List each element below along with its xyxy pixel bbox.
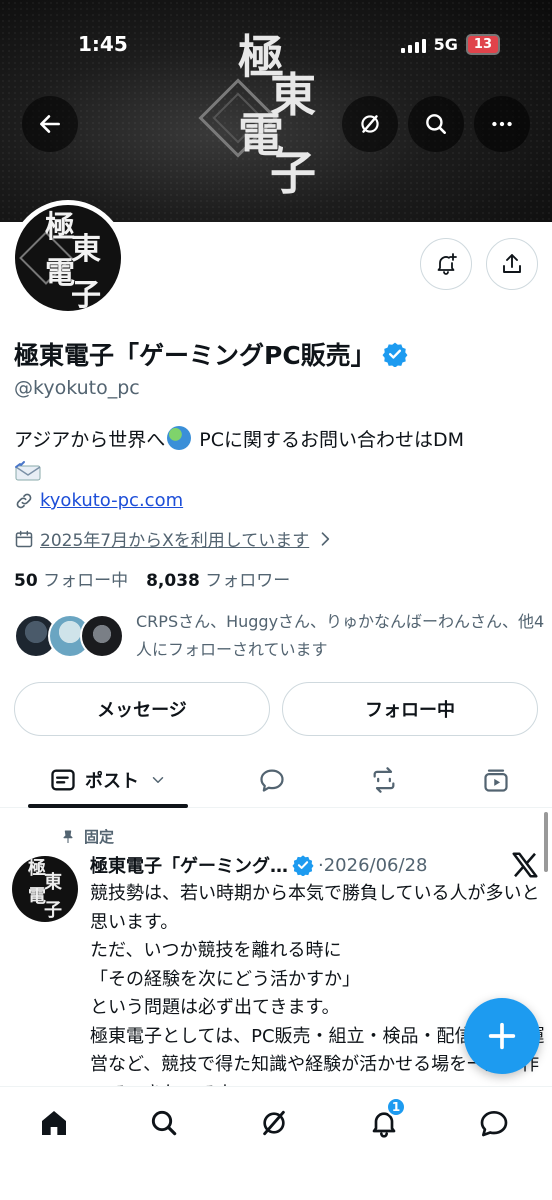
nav-notifications[interactable]: 1 [364, 1097, 406, 1143]
followed-by-text: CRPSさん、Huggyさん、りゅかなんばーわんさん、他4人にフォローされていま… [136, 612, 545, 659]
search-icon [426, 114, 446, 134]
chevron-right-icon [321, 531, 330, 546]
pinned-label: 固定 [84, 828, 115, 846]
globe-emoji-icon [167, 426, 192, 450]
following-label: フォロー中 [43, 571, 129, 591]
profile-avatar[interactable]: 極 東 電 子 [10, 200, 126, 316]
grok-button[interactable] [342, 96, 398, 152]
post-author-avatar[interactable]: 極 東 電 子 [12, 856, 78, 922]
status-time: 1:45 [78, 32, 128, 56]
followed-by[interactable]: CRPSさん、Huggyさん、りゅかなんばーわんさん、他4人にフォローされていま… [14, 608, 546, 664]
tab-posts[interactable]: ポスト [28, 752, 188, 808]
avatar-logo-char: 子 [44, 900, 62, 921]
messages-icon [480, 1111, 508, 1137]
avatar-logo-char: 子 [71, 278, 101, 313]
more-icon [492, 121, 512, 127]
incoming-envelope-emoji-icon [15, 461, 41, 481]
avatar-logo-char: 東 [44, 872, 62, 893]
bell-plus-icon [437, 253, 457, 275]
follower-avatar [80, 614, 124, 658]
scrollbar[interactable] [544, 812, 548, 872]
verified-badge-icon [292, 855, 314, 876]
verified-badge-icon[interactable] [382, 341, 408, 367]
chevron-down-icon [152, 777, 164, 783]
share-button[interactable] [486, 238, 538, 290]
tab-media[interactable] [468, 752, 524, 808]
search-button[interactable] [408, 96, 464, 152]
nav-search[interactable] [144, 1103, 184, 1143]
profile-tabs: ポスト [0, 752, 552, 808]
banner-logo: 極 東 電 子 [198, 28, 322, 200]
x-logo-icon [512, 852, 538, 878]
reply-icon [260, 769, 284, 792]
notification-badge: 1 [386, 1097, 406, 1117]
profile-joined[interactable]: 2025年7月からXを利用しています [14, 526, 335, 551]
compose-post-button[interactable] [464, 998, 540, 1074]
status-indicators: 5G 13 [400, 34, 500, 55]
banner-logo-char: 子 [270, 146, 316, 200]
pinned-indicator: 固定 [60, 826, 114, 847]
followed-by-avatars [14, 614, 126, 664]
nav-grok[interactable] [254, 1103, 294, 1143]
nav-messages[interactable] [474, 1103, 514, 1143]
website-link[interactable]: kyokuto-pc.com [40, 490, 183, 511]
tab-reposts[interactable] [356, 752, 412, 808]
followers-count: 8,038 [146, 571, 200, 591]
more-button[interactable] [474, 96, 530, 152]
repost-icon [373, 767, 395, 793]
profile-name-row: 極東電子「ゲーミングPC販売」 [14, 336, 408, 372]
tab-posts-label: ポスト [85, 771, 139, 792]
bottom-navigation: 1 [0, 1086, 552, 1200]
cellular-signal-icon [400, 37, 426, 53]
grok-icon [263, 1110, 285, 1136]
following-count: 50 [14, 571, 38, 591]
following-button[interactable]: フォロー中 [282, 682, 538, 736]
tab-replies[interactable] [244, 752, 300, 808]
post-header: 極東電子「ゲーミング… ·2026/06/28 [90, 852, 427, 878]
grok-icon [361, 115, 379, 133]
video-icon [484, 769, 508, 792]
avatar-logo-char: 東 [71, 232, 101, 267]
joined-text: 2025年7月からXを利用しています [40, 531, 310, 551]
battery-indicator: 13 [465, 34, 500, 55]
posts-icon [51, 769, 75, 791]
link-icon [16, 493, 32, 508]
profile-website: kyokuto-pc.com [14, 490, 183, 511]
profile-handle: @kyokuto_pc [14, 377, 140, 399]
back-button[interactable] [22, 96, 78, 152]
post-author-name[interactable]: 極東電子「ゲーミング… [90, 852, 288, 878]
calendar-icon [15, 530, 33, 547]
follow-stats: 50 フォロー中 8,038 フォロワー [14, 566, 290, 591]
bio-text: PCに関するお問い合わせはDM [193, 429, 465, 451]
bio-text: アジアから世界へ [14, 429, 166, 451]
profile-name: 極東電子「ゲーミングPC販売」 [14, 341, 376, 370]
message-button[interactable]: メッセージ [14, 682, 270, 736]
search-icon [151, 1110, 177, 1136]
home-icon [42, 1111, 66, 1135]
profile-bio: アジアから世界へ PCに関するお問い合わせはDM [14, 424, 534, 482]
pin-icon [63, 829, 73, 843]
plus-icon [488, 1022, 516, 1050]
notification-subscribe-button[interactable] [420, 238, 472, 290]
arrow-left-icon [40, 115, 60, 133]
followers-stat[interactable]: 8,038 フォロワー [146, 566, 290, 591]
following-stat[interactable]: 50 フォロー中 [14, 566, 128, 591]
nav-home[interactable] [34, 1103, 74, 1143]
followers-label: フォロワー [205, 571, 291, 591]
active-tab-indicator [28, 804, 188, 808]
share-icon [503, 254, 521, 273]
post-date: ·2026/06/28 [318, 854, 428, 876]
network-type: 5G [433, 35, 458, 54]
